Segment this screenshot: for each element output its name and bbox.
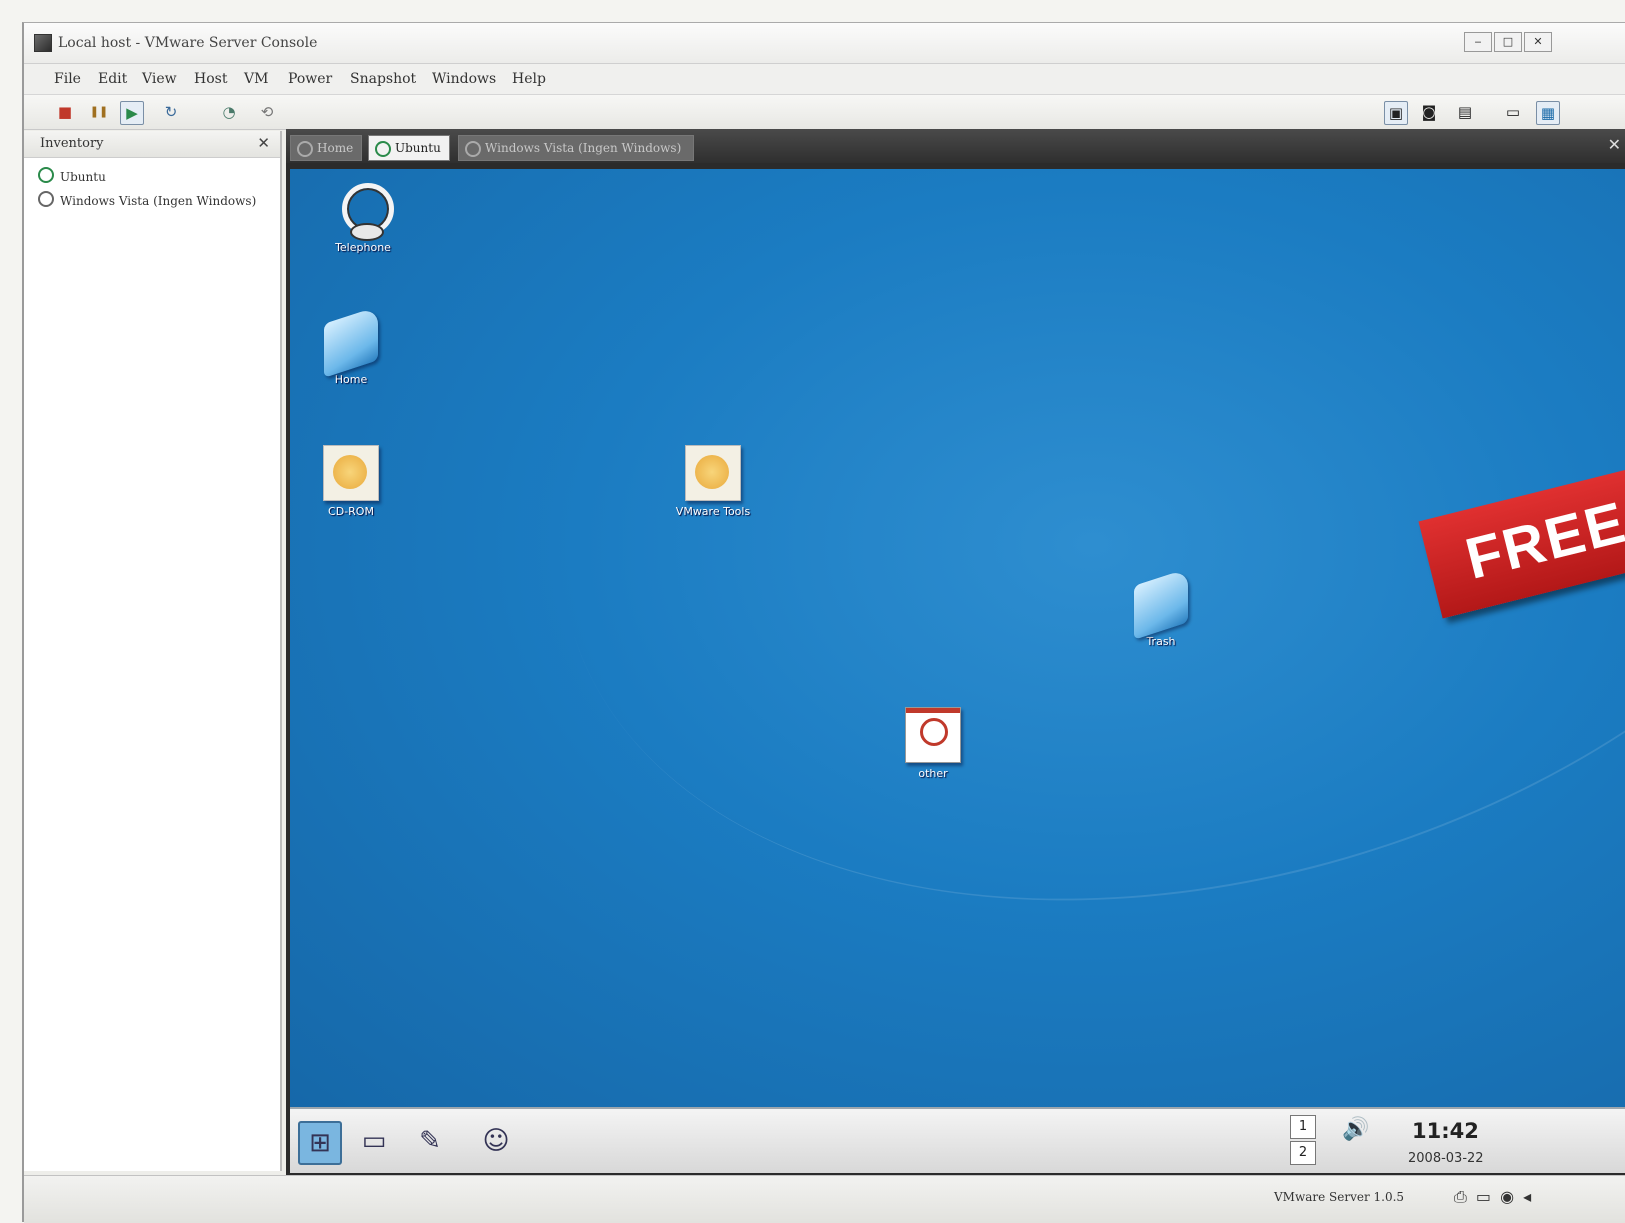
menu-bar: File Edit View Host VM Power Snapshot Wi… — [24, 64, 1625, 95]
menu-help[interactable]: Help — [512, 71, 546, 87]
menu-snapshot[interactable]: Snapshot — [350, 71, 416, 87]
workspace-1[interactable]: 1 — [1290, 1115, 1316, 1139]
phone-app-icon[interactable]: Telephone — [308, 183, 418, 254]
tab-label: Ubuntu — [395, 141, 441, 155]
disc-icon-1[interactable]: CD-ROM — [296, 445, 406, 518]
volume-icon[interactable]: 🔊 — [1342, 1117, 1369, 1142]
home-folder-icon[interactable]: Home — [296, 306, 406, 386]
workspace-2[interactable]: 2 — [1290, 1141, 1316, 1165]
other-file-icon[interactable]: other — [878, 707, 988, 780]
workspace-pager: 1 2 — [1290, 1115, 1316, 1167]
trash-folder-icon[interactable]: Trash — [1106, 568, 1216, 648]
vmware-tools-icon[interactable]: VMware Tools — [658, 445, 768, 518]
close-button[interactable]: ✕ — [1524, 32, 1552, 52]
inventory-close-icon[interactable]: ✕ — [257, 134, 270, 152]
quick-switch-icon[interactable]: ◙ — [1418, 101, 1440, 123]
vmware-console-window: Local host - VMware Server Console ‒ □ ✕… — [22, 22, 1625, 1223]
disc-icon — [323, 445, 379, 501]
tab-home[interactable]: Home — [290, 135, 362, 161]
icon-caption: Telephone — [335, 241, 391, 254]
icon-caption: CD-ROM — [328, 505, 374, 518]
maximize-button[interactable]: □ — [1494, 32, 1522, 52]
tab-label: Windows Vista (Ingen Windows) — [485, 141, 682, 155]
toolbar: ■ ❚❚ ▶ ↻ ◔ ⟲ ▣ ◙ ▤ ▭ ▦ — [24, 95, 1625, 130]
summary-icon[interactable]: ▤ — [1454, 101, 1476, 123]
vm-off-icon — [465, 141, 481, 157]
guest-taskbar: ⊞ ▭ ✎ ☺ 1 2 🔊 11:42 2008-03-22 — [290, 1107, 1625, 1173]
inventory-header: Inventory ✕ — [24, 131, 280, 158]
people-icon[interactable]: ☺ — [476, 1121, 516, 1161]
inventory-title: Inventory — [40, 136, 104, 151]
folder-icon — [1134, 568, 1188, 640]
icon-caption: other — [918, 767, 948, 780]
pause-icon[interactable]: ❚❚ — [88, 101, 110, 123]
icon-caption: VMware Tools — [675, 505, 751, 518]
revert-icon[interactable]: ⟲ — [256, 101, 278, 123]
inventory-panel: Inventory ✕ Ubuntu Windows Vista (Ingen … — [24, 131, 282, 1171]
guest-desktop[interactable]: Telephone Home CD-ROM VMware Tools Trash… — [290, 169, 1625, 1107]
play-icon[interactable]: ▶ — [120, 101, 144, 125]
vm-off-icon — [38, 191, 54, 207]
stop-icon[interactable]: ■ — [54, 101, 76, 123]
inventory-item-label: Windows Vista (Ingen Windows) — [60, 194, 257, 208]
tab-label: Home — [317, 141, 354, 155]
appliance-view-icon[interactable]: ▭ — [1502, 101, 1524, 123]
start-menu-icon[interactable]: ⊞ — [298, 1121, 342, 1165]
phone-icon — [336, 183, 394, 241]
menu-view[interactable]: View — [142, 71, 177, 87]
banner-text: FREE — [1459, 489, 1625, 592]
icon-caption: Trash — [1146, 635, 1176, 648]
reset-icon[interactable]: ↻ — [160, 101, 182, 123]
menu-power[interactable]: Power — [288, 71, 332, 87]
menu-windows[interactable]: Windows — [432, 71, 496, 87]
home-icon — [297, 141, 313, 157]
fullscreen-icon[interactable]: ▣ — [1384, 101, 1408, 125]
title-bar: Local host - VMware Server Console ‒ □ ✕ — [24, 23, 1625, 64]
status-text: VMware Server 1.0.5 — [1274, 1190, 1405, 1204]
disc-icon — [685, 445, 741, 501]
tab-close-icon[interactable]: ✕ — [1608, 135, 1621, 154]
tab-vista[interactable]: Windows Vista (Ingen Windows) — [458, 135, 694, 161]
menu-vm[interactable]: VM — [244, 71, 268, 87]
folder-icon — [324, 306, 378, 378]
inventory-item-ubuntu[interactable]: Ubuntu — [38, 167, 106, 184]
terminal-icon[interactable]: ▭ — [354, 1121, 394, 1161]
vm-running-icon — [375, 141, 391, 157]
vm-tab-bar: Home Ubuntu Windows Vista (Ingen Windows… — [286, 129, 1625, 163]
minimize-button[interactable]: ‒ — [1464, 32, 1492, 52]
inventory-item-vista[interactable]: Windows Vista (Ingen Windows) — [38, 191, 256, 208]
menu-host[interactable]: Host — [194, 71, 227, 87]
snapshot-icon[interactable]: ◔ — [218, 101, 240, 123]
device-status-icons[interactable]: ⎙ ▭ ◉ ◂ — [1454, 1187, 1533, 1207]
clock-date: 2008-03-22 — [1408, 1151, 1484, 1166]
browser-icon[interactable]: ✎ — [410, 1121, 450, 1161]
vmware-app-icon — [34, 34, 52, 52]
status-bar: VMware Server 1.0.5 ⎙ ▭ ◉ ◂ — [24, 1175, 1625, 1223]
vm-console: Home Ubuntu Windows Vista (Ingen Windows… — [286, 129, 1625, 1175]
menu-edit[interactable]: Edit — [98, 71, 127, 87]
tab-ubuntu[interactable]: Ubuntu — [368, 135, 450, 161]
window-title: Local host - VMware Server Console — [58, 35, 318, 51]
inventory-item-label: Ubuntu — [60, 170, 106, 184]
file-icon — [905, 707, 961, 763]
vm-running-icon — [38, 167, 54, 183]
clock-time[interactable]: 11:42 — [1412, 1119, 1479, 1143]
console-view-icon[interactable]: ▦ — [1536, 101, 1560, 125]
icon-caption: Home — [334, 373, 368, 386]
menu-file[interactable]: File — [54, 71, 81, 87]
